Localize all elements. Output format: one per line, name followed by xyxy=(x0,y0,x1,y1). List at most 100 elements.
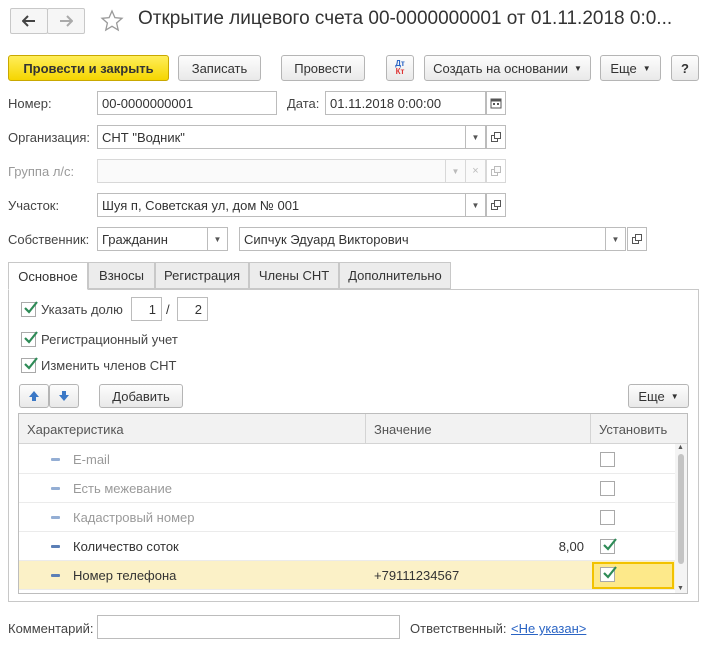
row-set-checkbox[interactable] xyxy=(600,538,617,554)
members-checkbox[interactable] xyxy=(21,357,38,373)
share-numerator-field[interactable]: 1 xyxy=(131,297,162,321)
responsible-link[interactable]: <Не указан> xyxy=(511,621,586,636)
create-based-on-button[interactable]: Создать на основании ▼ xyxy=(424,55,591,81)
row-characteristic: Есть межевание xyxy=(73,481,172,496)
owner-name-field[interactable]: Сипчук Эдуард Викторович xyxy=(239,227,606,251)
forward-button[interactable] xyxy=(47,8,85,34)
date-field[interactable]: 01.11.2018 0:00:00 xyxy=(325,91,486,115)
table-row[interactable]: Количество соток 8,00 xyxy=(19,532,677,561)
tab-registration[interactable]: Регистрация xyxy=(155,262,249,289)
back-button[interactable] xyxy=(10,8,48,34)
arrow-down-icon xyxy=(59,391,69,401)
comment-field[interactable] xyxy=(97,615,400,639)
date-label: Дата: xyxy=(287,96,320,111)
table-row-selected[interactable]: Номер телефона +79111234567 xyxy=(19,561,677,590)
number-label: Номер: xyxy=(8,96,52,111)
scrollbar-thumb[interactable] xyxy=(678,454,684,564)
save-button[interactable]: Записать xyxy=(178,55,261,81)
number-field[interactable]: 00-0000000001 xyxy=(97,91,277,115)
post-button[interactable]: Провести xyxy=(281,55,365,81)
comment-label: Комментарий: xyxy=(8,621,94,636)
group-dropdown-icon[interactable]: ▼ xyxy=(446,159,466,183)
favorite-star-icon[interactable] xyxy=(100,9,124,36)
page-title: Открытие лицевого счета 00-0000000001 от… xyxy=(138,8,673,29)
share-checkbox-label: Указать долю xyxy=(41,302,123,317)
organization-dropdown-icon[interactable]: ▼ xyxy=(466,125,486,149)
plot-open-button[interactable] xyxy=(486,193,506,217)
registration-checkbox-label: Регистрационный учет xyxy=(41,332,178,347)
column-header-value[interactable]: Значение xyxy=(366,414,591,444)
column-header-set[interactable]: Установить xyxy=(591,414,677,444)
table-row[interactable]: E-mail xyxy=(19,445,677,474)
scroll-up-icon[interactable]: ▲ xyxy=(677,444,684,451)
registration-checkbox[interactable] xyxy=(21,331,38,347)
more-button[interactable]: Еще ▼ xyxy=(600,55,661,81)
row-characteristic: Номер телефона xyxy=(73,568,177,583)
arrow-up-icon xyxy=(29,391,39,401)
check-icon xyxy=(24,331,38,344)
row-characteristic: Кадастровый номер xyxy=(73,510,195,525)
group-open-button[interactable] xyxy=(486,159,506,183)
row-marker-icon xyxy=(51,487,60,490)
group-clear-icon[interactable]: × xyxy=(466,159,486,183)
owner-name-dropdown-icon[interactable]: ▼ xyxy=(606,227,626,251)
open-icon xyxy=(490,165,501,176)
check-icon xyxy=(603,566,617,579)
row-set-checkbox[interactable] xyxy=(600,452,615,467)
owner-type-dropdown-icon[interactable]: ▼ xyxy=(208,227,228,251)
row-value[interactable]: +79111234567 xyxy=(374,561,459,590)
open-icon xyxy=(490,199,501,210)
row-set-checkbox[interactable] xyxy=(600,510,615,525)
owner-open-button[interactable] xyxy=(627,227,647,251)
row-value[interactable]: 8,00 xyxy=(374,532,584,561)
tab-main[interactable]: Основное xyxy=(8,262,88,290)
check-icon xyxy=(24,301,38,314)
characteristics-table[interactable]: Характеристика Значение Установить E-mai… xyxy=(18,413,688,594)
table-row[interactable]: Кадастровый номер xyxy=(19,503,677,532)
group-label: Группа л/с: xyxy=(8,164,75,179)
owner-type-field[interactable]: Гражданин xyxy=(97,227,208,251)
scroll-down-icon[interactable]: ▼ xyxy=(677,585,684,592)
row-marker-icon xyxy=(51,574,60,577)
help-button[interactable]: ? xyxy=(671,55,699,81)
add-button[interactable]: Добавить xyxy=(99,384,183,408)
organization-open-button[interactable] xyxy=(486,125,506,149)
create-based-on-label: Создать на основании xyxy=(433,60,568,76)
table-header: Характеристика Значение Установить xyxy=(19,414,687,444)
members-checkbox-label: Изменить членов СНТ xyxy=(41,358,177,373)
plot-field[interactable]: Шуя п, Советская ул, дом № 001 xyxy=(97,193,466,217)
row-characteristic: E-mail xyxy=(73,452,110,467)
move-up-button[interactable] xyxy=(19,384,49,408)
move-down-button[interactable] xyxy=(49,384,79,408)
tab-additional[interactable]: Дополнительно xyxy=(339,262,451,289)
open-icon xyxy=(631,233,642,244)
share-denominator-field[interactable]: 2 xyxy=(177,297,208,321)
post-and-close-button[interactable]: Провести и закрыть xyxy=(8,55,169,81)
organization-field[interactable]: СНТ "Водник" xyxy=(97,125,466,149)
row-set-checkbox[interactable] xyxy=(600,566,617,582)
group-field[interactable] xyxy=(97,159,446,183)
row-set-checkbox[interactable] xyxy=(600,481,615,496)
dt-kt-button[interactable]: Дт Кт xyxy=(386,55,414,81)
share-separator: / xyxy=(166,302,170,317)
vertical-scrollbar[interactable]: ▼ ▲ xyxy=(675,444,687,593)
row-marker-icon xyxy=(51,545,60,548)
row-marker-icon xyxy=(51,516,60,519)
arrow-right-icon xyxy=(60,15,73,27)
table-row[interactable]: Есть межевание xyxy=(19,474,677,503)
column-header-characteristic[interactable]: Характеристика xyxy=(19,414,366,444)
dropdown-arrow-icon: ▼ xyxy=(573,63,582,73)
calendar-icon xyxy=(490,98,502,109)
row-characteristic: Количество соток xyxy=(73,539,179,554)
table-more-button[interactable]: Еще ▼ xyxy=(628,384,689,408)
plot-dropdown-icon[interactable]: ▼ xyxy=(466,193,486,217)
arrow-left-icon xyxy=(22,15,35,27)
table-more-label: Еще xyxy=(638,388,665,404)
check-icon xyxy=(603,538,617,551)
responsible-label: Ответственный: xyxy=(410,621,507,636)
tab-snt-members[interactable]: Члены СНТ xyxy=(249,262,339,289)
calendar-button[interactable] xyxy=(486,91,506,115)
owner-label: Собственник: xyxy=(8,232,90,247)
share-checkbox[interactable] xyxy=(21,301,38,317)
tab-contributions[interactable]: Взносы xyxy=(88,262,155,289)
